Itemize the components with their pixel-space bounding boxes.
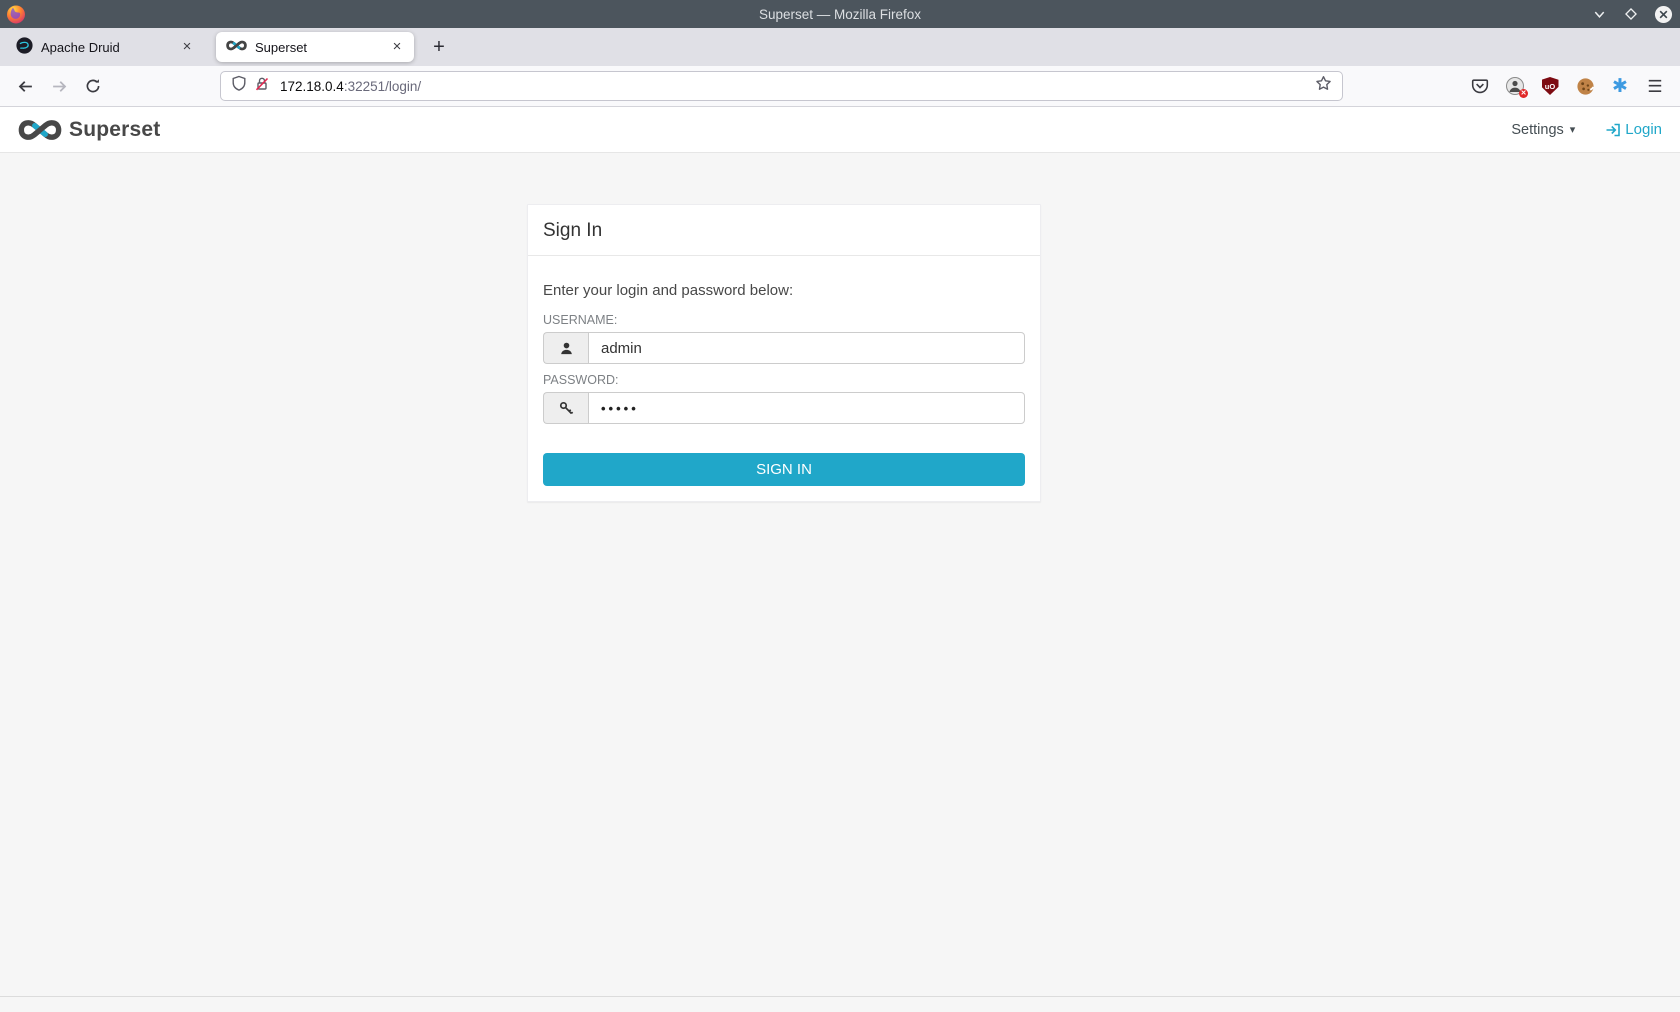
card-header: Sign In [528,205,1040,256]
insecure-lock-icon[interactable] [254,76,270,97]
close-icon[interactable] [1653,4,1673,24]
settings-label: Settings [1511,122,1563,138]
reload-icon[interactable] [78,71,108,101]
sign-in-card: Sign In Enter your login and password be… [527,204,1041,502]
url-text[interactable]: 172.18.0.4:32251/login/ [280,79,1308,94]
superset-navbar: Superset Settings ▾ Login [0,107,1680,153]
card-body: Enter your login and password below: USE… [528,256,1040,501]
url-path: :32251/login/ [344,79,421,94]
superset-infinity-icon [18,117,62,143]
ublock-origin-icon[interactable]: uO [1539,75,1561,97]
bookmark-star-icon[interactable] [1315,75,1332,97]
back-icon[interactable] [10,71,40,101]
settings-menu[interactable]: Settings ▾ [1511,122,1575,138]
url-host: 172.18.0.4 [280,79,344,94]
login-instructions: Enter your login and password below: [543,282,1025,299]
superset-favicon-icon [226,39,247,55]
window-title: Superset — Mozilla Firefox [0,7,1680,22]
window-titlebar: Superset — Mozilla Firefox [0,0,1680,28]
user-icon [543,332,588,364]
druid-favicon-icon [16,37,33,57]
cookie-extension-icon[interactable] [1574,75,1596,97]
proxy-extension-icon[interactable]: ✕ [1504,75,1526,97]
pocket-icon[interactable] [1469,75,1491,97]
tab-close-icon[interactable]: × [178,38,196,56]
tab-label: Superset [255,40,380,55]
tab-close-icon[interactable]: × [388,38,406,56]
url-bar[interactable]: 172.18.0.4:32251/login/ [220,71,1343,101]
login-label: Login [1625,121,1662,138]
maximize-icon[interactable] [1621,4,1641,24]
tab-superset[interactable]: Superset × [216,32,414,62]
tab-apache-druid[interactable]: Apache Druid × [6,32,204,62]
toolbar-extensions: ✕ uO ✱ ☰ [1469,75,1670,97]
forward-icon[interactable] [44,71,74,101]
extension-disabled-badge: ✕ [1519,89,1528,98]
new-tab-button[interactable]: + [424,32,454,62]
navbar-right: Settings ▾ Login [1511,121,1662,138]
page-content: Sign In Enter your login and password be… [0,153,1680,996]
password-label: PASSWORD: [543,373,1025,387]
username-input[interactable] [588,332,1025,364]
asterisk-extension-icon[interactable]: ✱ [1609,75,1631,97]
username-label: USERNAME: [543,313,1025,327]
tracking-shield-icon[interactable] [231,75,247,97]
password-group [543,392,1025,424]
tab-bar: Apache Druid × Superset × + [0,28,1680,66]
sign-in-button[interactable]: SIGN IN [543,453,1025,486]
tab-label: Apache Druid [41,40,170,55]
username-group [543,332,1025,364]
menu-hamburger-icon[interactable]: ☰ [1644,75,1666,97]
key-icon [543,392,588,424]
sign-in-icon [1605,122,1621,138]
sign-in-title: Sign In [543,220,1025,242]
page-footer [0,996,1680,1012]
password-input[interactable] [588,392,1025,424]
browser-toolbar: 172.18.0.4:32251/login/ ✕ uO [0,66,1680,107]
window-controls [1589,0,1673,28]
login-link[interactable]: Login [1605,121,1662,138]
brand-name: Superset [69,118,160,142]
minimize-icon[interactable] [1589,4,1609,24]
firefox-icon [5,3,27,25]
chevron-down-icon: ▾ [1570,123,1576,136]
superset-logo[interactable]: Superset [18,117,160,143]
